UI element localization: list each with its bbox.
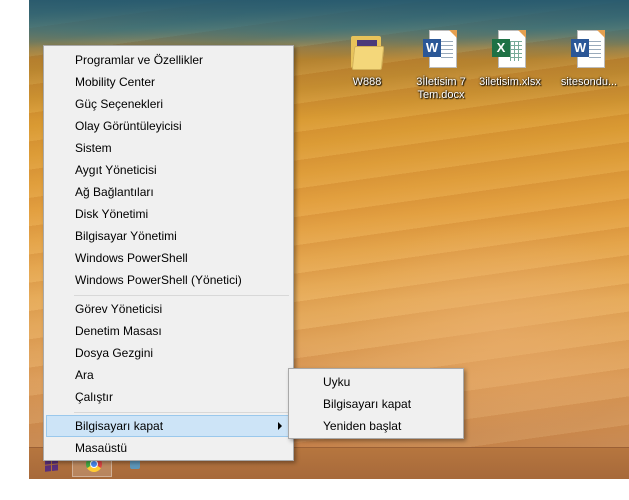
menu-item-search[interactable]: Ara	[46, 364, 291, 386]
desktop-icon-label-line1: 3İletisim 7	[416, 76, 466, 88]
winx-context-menu: Programlar ve Özellikler Mobility Center…	[43, 45, 294, 461]
menu-item-mobility-center[interactable]: Mobility Center	[46, 71, 291, 93]
shutdown-submenu: Uyku Bilgisayarı kapat Yeniden başlat	[288, 368, 464, 439]
menu-item-programs-features[interactable]: Programlar ve Özellikler	[46, 49, 291, 71]
menu-item-task-manager[interactable]: Görev Yöneticisi	[46, 298, 291, 320]
submenu-item-shut-down[interactable]: Bilgisayarı kapat	[291, 393, 461, 415]
menu-item-network-connections[interactable]: Ağ Bağlantıları	[46, 181, 291, 203]
menu-item-powershell-admin[interactable]: Windows PowerShell (Yönetici)	[46, 269, 291, 291]
desktop-icon-sitesondu[interactable]: W sitesondu...	[551, 30, 627, 89]
submenu-item-sleep[interactable]: Uyku	[291, 371, 461, 393]
menu-item-disk-management[interactable]: Disk Yönetimi	[46, 203, 291, 225]
menu-item-powershell[interactable]: Windows PowerShell	[46, 247, 291, 269]
menu-item-system[interactable]: Sistem	[46, 137, 291, 159]
desktop-icon-label: 3iletisim.xlsx	[479, 76, 541, 88]
submenu-item-restart[interactable]: Yeniden başlat	[291, 415, 461, 437]
submenu-arrow-icon	[278, 422, 282, 430]
desktop-icon-label-line2: Tem.docx	[417, 89, 465, 101]
menu-item-control-panel[interactable]: Denetim Masası	[46, 320, 291, 342]
folder-icon	[349, 30, 385, 74]
menu-item-desktop[interactable]: Masaüstü	[46, 437, 291, 459]
menu-item-event-viewer[interactable]: Olay Görüntüleyicisi	[46, 115, 291, 137]
menu-separator	[74, 412, 289, 413]
menu-item-file-explorer[interactable]: Dosya Gezgini	[46, 342, 291, 364]
desktop-icon-w888[interactable]: W888	[329, 30, 405, 89]
menu-item-device-manager[interactable]: Aygıt Yöneticisi	[46, 159, 291, 181]
menu-item-power-options[interactable]: Güç Seçenekleri	[46, 93, 291, 115]
desktop-icon-label: sitesondu...	[560, 76, 618, 88]
menu-item-shut-down-label: Bilgisayarı kapat	[75, 419, 164, 433]
menu-item-run[interactable]: Çalıştır	[46, 386, 291, 408]
menu-item-computer-management[interactable]: Bilgisayar Yönetimi	[46, 225, 291, 247]
word-document-icon: W	[571, 30, 607, 74]
desktop-icon-label: W888	[352, 76, 382, 88]
menu-item-shut-down[interactable]: Bilgisayarı kapat	[46, 415, 291, 437]
menu-separator	[74, 295, 289, 296]
excel-document-icon: X	[492, 30, 528, 74]
word-document-icon: W	[423, 30, 459, 74]
desktop-icon-docx[interactable]: W 3İletisim 7 Tem.docx	[403, 30, 479, 102]
desktop-icon-xlsx[interactable]: X 3iletisim.xlsx	[472, 30, 548, 89]
